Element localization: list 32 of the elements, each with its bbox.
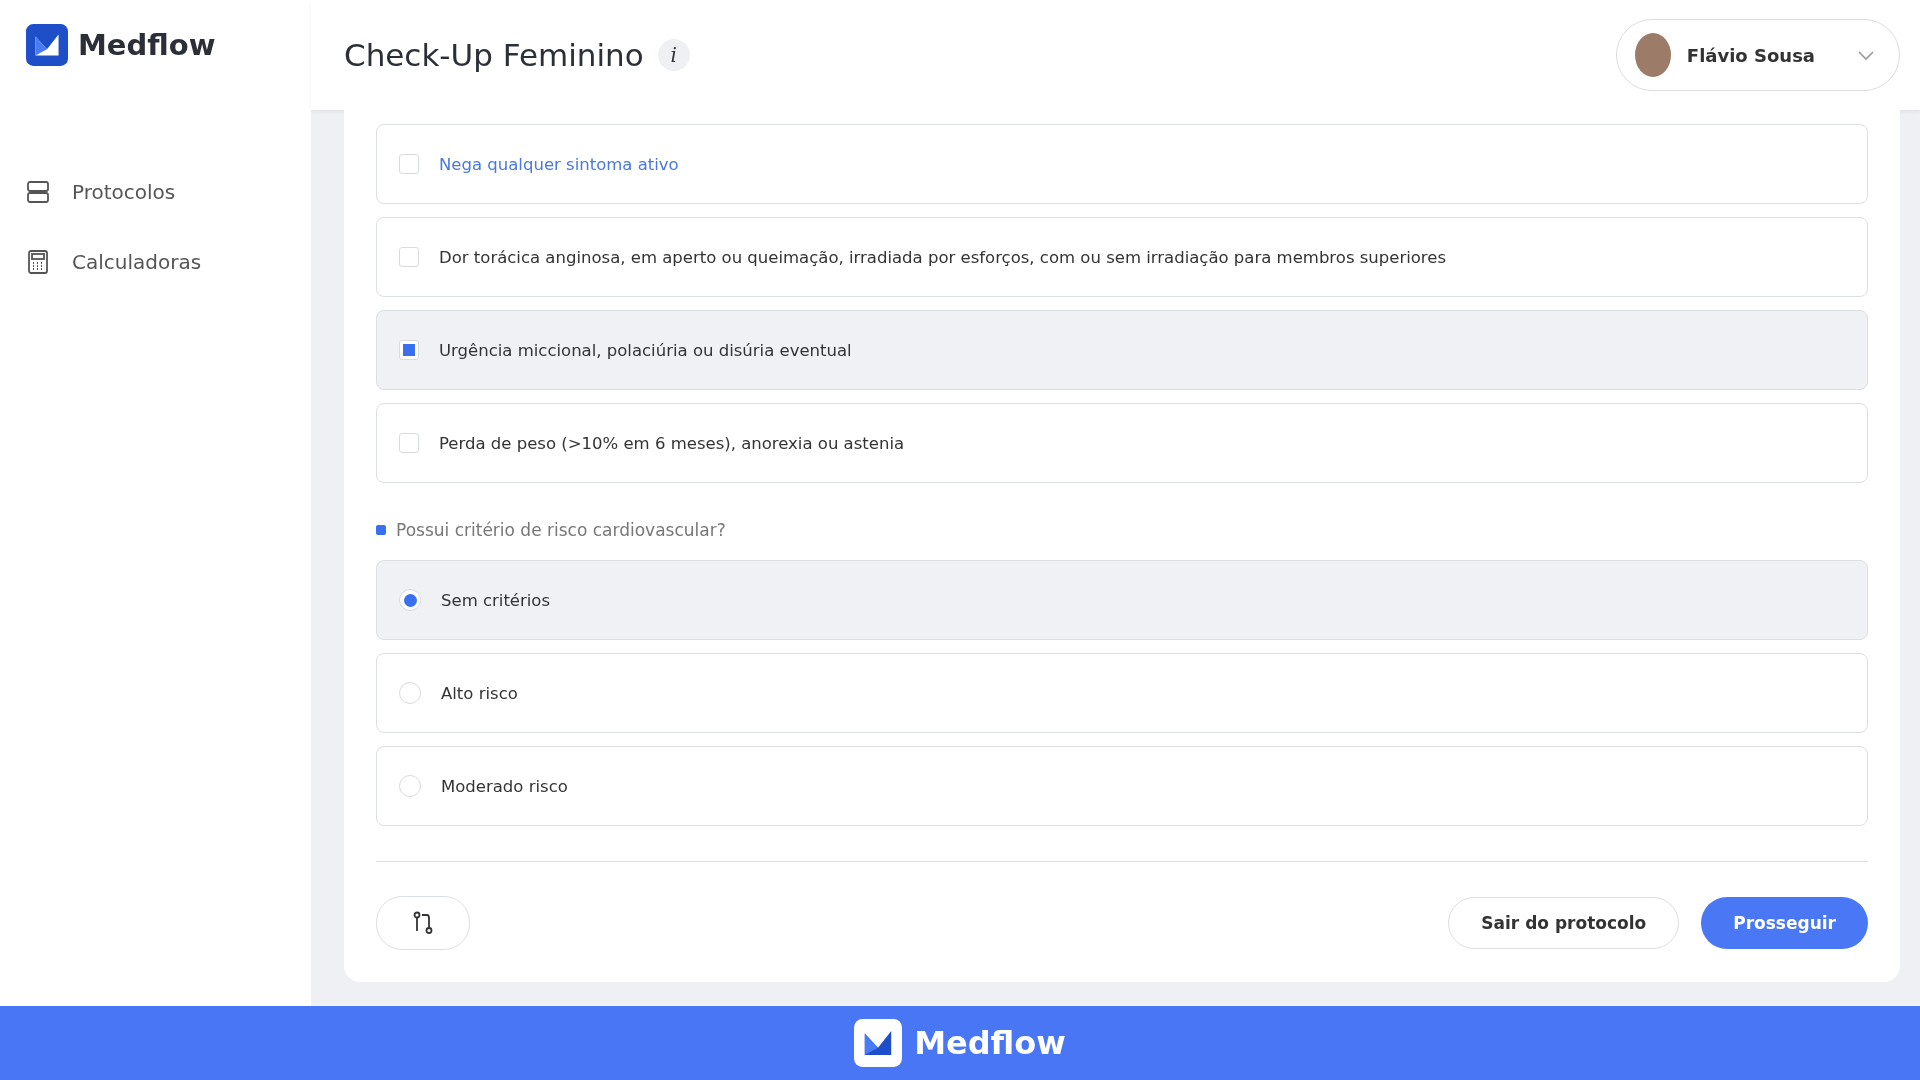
question-label: Possui critério de risco cardiovascular? (396, 520, 726, 540)
calculator-icon (26, 250, 50, 274)
bullet-icon (376, 525, 386, 535)
checkbox[interactable] (399, 247, 419, 267)
avatar (1634, 33, 1671, 77)
logo-icon (26, 24, 68, 66)
checkbox[interactable] (399, 154, 419, 174)
checkbox[interactable] (399, 433, 419, 453)
checkbox[interactable] (399, 340, 419, 360)
server-icon (26, 180, 50, 204)
brand-name: Medflow (78, 28, 216, 62)
continue-button[interactable]: Prosseguir (1701, 897, 1868, 949)
branch-icon (412, 911, 434, 935)
info-button[interactable]: i (657, 39, 690, 71)
radio-option[interactable]: Moderado risco (376, 746, 1868, 826)
flow-button[interactable] (376, 896, 470, 950)
exit-button[interactable]: Sair do protocolo (1448, 897, 1680, 949)
brand-name: Medflow (914, 1024, 1066, 1062)
checkbox-option[interactable]: Perda de peso (>10% em 6 meses), anorexia ou astenia (376, 403, 1868, 483)
checkbox-option[interactable]: Nega qualquer sintoma ativo (376, 124, 1868, 204)
sidebar-item[interactable]: Calculadoras (72, 250, 202, 274)
radio-button[interactable] (399, 775, 421, 797)
radio-button[interactable] (399, 589, 421, 611)
checkbox-option[interactable]: Urgência miccional, polaciúria ou disúria eventual (376, 310, 1868, 390)
radio-option[interactable]: Sem critérios (376, 560, 1868, 640)
sidebar-item[interactable]: Protocolos (72, 180, 176, 204)
radio-option[interactable]: Alto risco (376, 653, 1868, 733)
logo-icon (854, 1019, 903, 1067)
radio-button[interactable] (399, 682, 421, 704)
page-title: Check-Up Feminino (344, 37, 644, 73)
chevron-down-icon (1857, 49, 1875, 61)
checkbox-option[interactable]: Dor torácica anginosa, em aperto ou queimação, irradiada por esforços, com ou sem irradiação para membros superiores (376, 217, 1868, 297)
